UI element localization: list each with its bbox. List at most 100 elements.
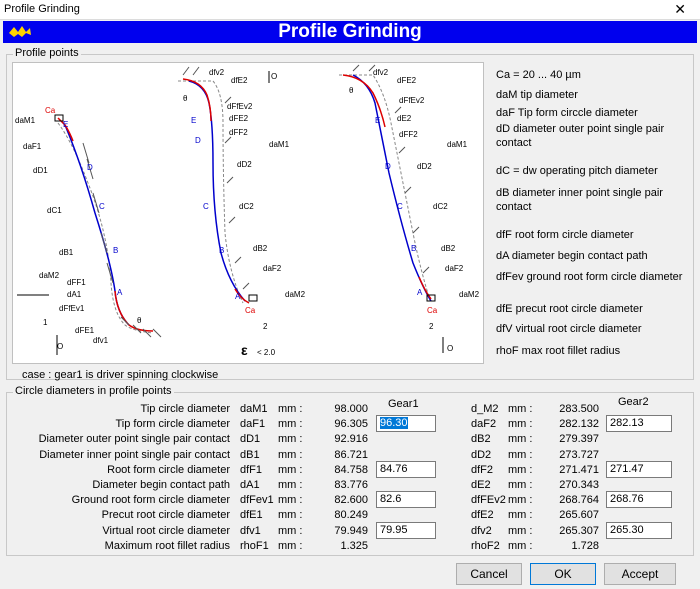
- row-value-gear1: 86.721: [334, 449, 368, 461]
- accept-button[interactable]: Accept: [604, 563, 676, 585]
- row-symbol-gear1: daF1: [240, 418, 266, 430]
- close-icon[interactable]: ✕: [674, 1, 686, 18]
- abbr-db: dB diameter inner point single pair cont…: [496, 187, 663, 213]
- svg-text:daF2: daF2: [263, 264, 282, 273]
- svg-text:dFE1: dFE1: [75, 326, 95, 335]
- svg-text:D: D: [385, 162, 391, 171]
- row-unit-gear1: mm :: [278, 418, 303, 430]
- profile-points-legend: Profile points: [13, 47, 81, 59]
- svg-text:dD2: dD2: [417, 162, 432, 171]
- gear2-input-field[interactable]: 268.76: [606, 491, 672, 508]
- row-unit-gear1: mm :: [278, 449, 303, 461]
- gear2-input-value: 265.30: [610, 524, 644, 536]
- row-symbol-gear1: dfFev1: [240, 494, 274, 506]
- cancel-button[interactable]: Cancel: [456, 563, 522, 585]
- svg-text:dfv1: dfv1: [93, 336, 109, 345]
- profile-diagram-svg: Ca E daM1 daF1 dD1 D dC1 C dB1 B daM2 dF…: [15, 64, 480, 358]
- abbr-dfe: dfE precut root circle diameter: [496, 303, 643, 315]
- svg-text:θ: θ: [137, 316, 142, 325]
- row-value-gear1: 79.949: [334, 525, 368, 537]
- row-value-gear2: 283.500: [559, 403, 599, 415]
- case-text: case : gear1 is driver spinning clockwis…: [22, 369, 219, 381]
- row-description: Diameter outer point single pair contact: [38, 433, 230, 445]
- row-symbol-gear2: dE2: [471, 479, 491, 491]
- row-unit-gear2: mm :: [508, 494, 533, 506]
- ok-button[interactable]: OK: [530, 563, 596, 585]
- abbr-da: dA diameter begin contact path: [496, 250, 648, 262]
- row-description: Precut root circle diameter: [101, 509, 230, 521]
- svg-text:ε: ε: [241, 342, 248, 358]
- row-value-gear2: 268.764: [559, 494, 599, 506]
- header-banner: Profile Grinding: [3, 21, 697, 43]
- abbr-dff: dfF root form circle diameter: [496, 229, 634, 241]
- svg-text:dA1: dA1: [67, 290, 82, 299]
- row-description: Diameter inner point single pair contact: [39, 449, 230, 461]
- abbr-dam: daM tip diameter: [496, 89, 578, 101]
- abbr-rhof: rhoF max root fillet radius: [496, 345, 621, 357]
- svg-text:E: E: [191, 116, 196, 125]
- svg-text:daM2: daM2: [459, 290, 480, 299]
- svg-text:dfE2: dfE2: [231, 76, 248, 85]
- gear1-input-value: 82.6: [380, 493, 402, 505]
- row-symbol-gear1: dA1: [240, 479, 260, 491]
- svg-text:A: A: [235, 292, 241, 301]
- svg-text:O: O: [271, 72, 277, 81]
- circle-diameters-legend: Circle diameters in profile points: [13, 385, 174, 397]
- banner-title: Profile Grinding: [278, 21, 422, 42]
- gear2-input-value: 271.47: [610, 463, 644, 475]
- row-value-gear2: 1.728: [571, 540, 599, 552]
- profile-figure-2: [178, 66, 270, 304]
- svg-text:dC1: dC1: [47, 206, 62, 215]
- svg-text:E: E: [375, 116, 380, 125]
- row-unit-gear1: mm :: [278, 509, 303, 521]
- svg-text:dfv2: dfv2: [373, 68, 389, 77]
- gear2-input-field[interactable]: 271.47: [606, 461, 672, 478]
- svg-text:A: A: [117, 288, 123, 297]
- gear2-input-value: 282.13: [610, 417, 644, 429]
- abbr-daf: daF Tip form circcle diameter: [496, 107, 638, 119]
- svg-text:E: E: [63, 120, 68, 129]
- svg-text:A: A: [417, 288, 423, 297]
- row-value-gear2: 265.307: [559, 525, 599, 537]
- gear1-input-field[interactable]: 79.95: [376, 522, 436, 539]
- gear1-input-field[interactable]: 84.76: [376, 461, 436, 478]
- row-description: Tip circle diameter: [140, 403, 230, 415]
- row-unit-gear1: mm :: [278, 525, 303, 537]
- abbr-dd: dD diameter outer point single pair cont…: [496, 123, 665, 149]
- svg-text:C: C: [99, 202, 105, 211]
- gear1-input-field[interactable]: 82.6: [376, 491, 436, 508]
- svg-text:daM2: daM2: [39, 271, 60, 280]
- row-symbol-gear2: d_M2: [471, 403, 499, 415]
- svg-text:dfv2: dfv2: [209, 68, 225, 77]
- svg-text:O: O: [447, 344, 453, 353]
- gear2-input-field[interactable]: 282.13: [606, 415, 672, 432]
- row-symbol-gear1: dfE1: [240, 509, 263, 521]
- row-description: Ground root form circle diameter: [71, 494, 230, 506]
- row-symbol-gear1: dfv1: [240, 525, 261, 537]
- row-symbol-gear2: dfv2: [471, 525, 492, 537]
- row-description: Maximum root fillet radius: [104, 540, 230, 552]
- row-symbol-gear2: dfE2: [471, 509, 494, 521]
- svg-text:dC2: dC2: [433, 202, 448, 211]
- gear1-input-field[interactable]: 96.30: [376, 415, 436, 432]
- gear2-input-value: 268.76: [610, 493, 644, 505]
- row-description: Tip form circle diameter: [115, 418, 230, 430]
- row-value-gear1: 96.305: [334, 418, 368, 430]
- abbr-dfv: dfV virtual root circle diameter: [496, 323, 642, 335]
- svg-text:dD2: dD2: [237, 160, 252, 169]
- row-symbol-gear1: dD1: [240, 433, 261, 445]
- svg-text:D: D: [195, 136, 201, 145]
- gear2-input-field[interactable]: 265.30: [606, 522, 672, 539]
- svg-text:B: B: [219, 246, 224, 255]
- window-titlebar: Profile Grinding ✕: [0, 0, 700, 20]
- row-unit-gear1: mm :: [278, 464, 303, 476]
- row-value-gear1: 98.000: [334, 403, 368, 415]
- profile-diagram: Ca E daM1 daF1 dD1 D dC1 C dB1 B daM2 dF…: [12, 62, 484, 364]
- svg-text:θ: θ: [183, 94, 188, 103]
- row-unit-gear2: mm :: [508, 479, 533, 491]
- row-description: Diameter begin contact path: [92, 479, 230, 491]
- svg-text:daM1: daM1: [447, 140, 468, 149]
- row-symbol-gear2: rhoF2: [471, 540, 500, 552]
- row-value-gear1: 83.776: [334, 479, 368, 491]
- svg-text:dFfEv2: dFfEv2: [227, 102, 253, 111]
